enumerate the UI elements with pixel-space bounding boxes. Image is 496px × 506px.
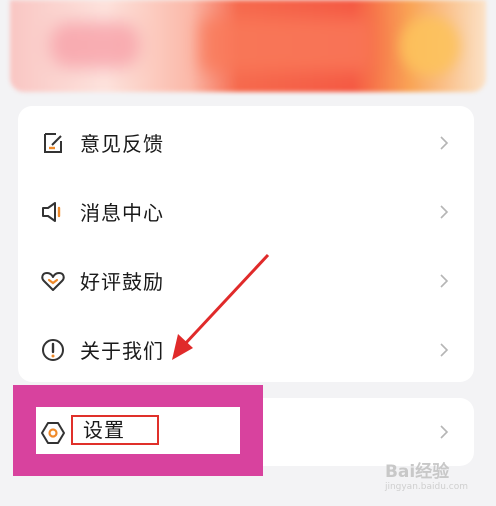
- promo-banner[interactable]: [10, 0, 486, 92]
- banner-blob: [50, 22, 140, 68]
- menu-item-about[interactable]: 关于我们: [18, 315, 474, 384]
- speaker-icon: [42, 202, 61, 222]
- heart-icon: [41, 272, 65, 291]
- hexagon-gear-icon: [41, 422, 65, 444]
- chevron-right-icon: [440, 425, 449, 439]
- chevron-right-icon: [440, 273, 449, 288]
- menu-card: 意见反馈 消息中心 好评鼓励 关于我们: [18, 106, 474, 382]
- menu-item-label: 消息中心: [80, 201, 164, 225]
- chevron-right-icon: [440, 342, 449, 357]
- menu-item-feedback[interactable]: 意见反馈: [18, 108, 474, 177]
- menu-item-rating[interactable]: 好评鼓励: [18, 246, 474, 315]
- watermark-sub: jingyan.baidu.com: [384, 482, 468, 492]
- menu-item-label: 关于我们: [80, 339, 164, 363]
- chevron-right-icon: [440, 204, 449, 219]
- feedback-icon: [44, 133, 62, 153]
- banner-blob: [400, 16, 460, 76]
- menu-item-label: 好评鼓励: [80, 270, 164, 294]
- banner-blob: [200, 18, 370, 72]
- watermark: Bai经验 jingyan.baidu.com: [385, 457, 468, 492]
- menu-item-label: 意见反馈: [80, 132, 164, 156]
- settings-label: 设置: [71, 415, 159, 445]
- menu-item-messages[interactable]: 消息中心: [18, 177, 474, 246]
- chevron-right-icon: [440, 135, 449, 150]
- info-icon: [42, 339, 64, 361]
- watermark-text: Bai经验: [384, 462, 450, 482]
